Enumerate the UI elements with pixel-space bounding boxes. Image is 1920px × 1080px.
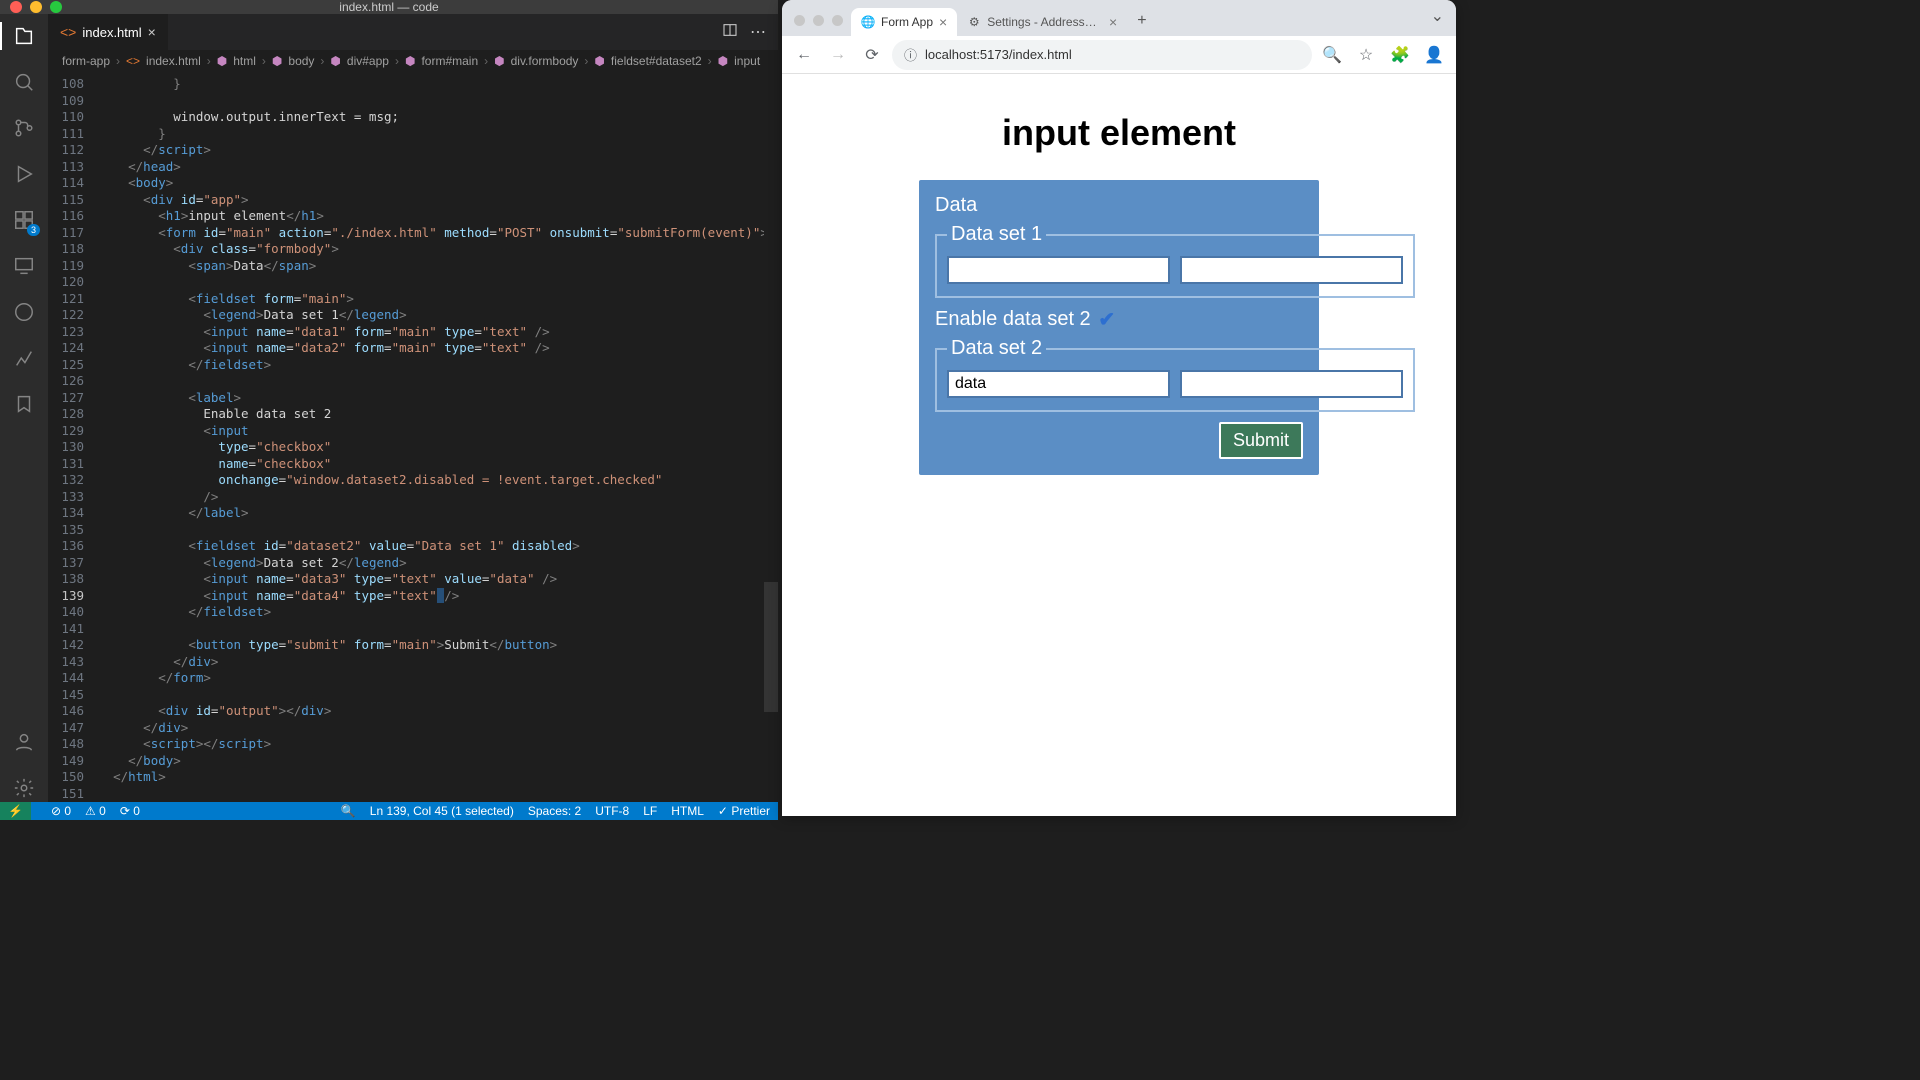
extensions-badge: 3 <box>27 224 40 236</box>
crumb-divapp[interactable]: div#app <box>347 54 389 68</box>
enable-label-text: Enable data set 2 <box>935 308 1091 331</box>
crumb-html[interactable]: html <box>233 54 256 68</box>
split-editor-icon[interactable] <box>722 22 738 43</box>
page-heading: input element <box>802 112 1436 154</box>
indent-spaces[interactable]: Spaces: 2 <box>528 804 581 818</box>
page-content: input element Data Data set 1 Enable dat… <box>782 74 1456 495</box>
browser-window: 🌐 Form App × ⚙ Settings - Addresses and … <box>782 0 1456 816</box>
address-bar[interactable]: ⓘ localhost:5173/index.html <box>892 40 1312 70</box>
activity-bar: 3 <box>0 14 48 802</box>
editor-tab-indexhtml[interactable]: <> index.html × <box>48 14 169 50</box>
warnings-count[interactable]: ⚠ 0 <box>85 804 106 818</box>
crumb-formbody[interactable]: div.formbody <box>511 54 579 68</box>
fieldset-dataset1: Data set 1 <box>935 223 1415 298</box>
language-mode[interactable]: HTML <box>671 804 704 818</box>
run-debug-icon[interactable] <box>10 160 38 188</box>
browser-maximize-icon[interactable] <box>832 15 843 26</box>
data2-input[interactable] <box>1180 256 1403 284</box>
browser-tabstrip: 🌐 Form App × ⚙ Settings - Addresses and … <box>782 0 1456 36</box>
crumb-body[interactable]: body <box>288 54 314 68</box>
code-editor[interactable]: 1081091101111121131141151161171181191201… <box>48 72 778 802</box>
crumb-folder[interactable]: form-app <box>62 54 110 68</box>
minimize-window-icon[interactable] <box>30 1 42 13</box>
errors-count[interactable]: ⊘ 0 <box>51 804 71 818</box>
submit-button[interactable]: Submit <box>1219 422 1303 459</box>
tab-filename: index.html <box>82 25 141 40</box>
legend-dataset2: Data set 2 <box>947 337 1046 360</box>
editor-tabbar: <> index.html × ⋯ <box>48 14 778 50</box>
more-actions-icon[interactable]: ⋯ <box>750 22 766 43</box>
bookmark-star-icon[interactable]: ☆ <box>1352 41 1380 69</box>
graph-icon[interactable] <box>10 344 38 372</box>
gear-icon: ⚙ <box>967 15 981 29</box>
crumb-file[interactable]: index.html <box>146 54 201 68</box>
url-text: localhost:5173/index.html <box>925 47 1072 62</box>
vscode-main: 3 <> index.html × ⋯ <box>0 14 778 802</box>
remote-indicator[interactable]: ⚡ <box>0 802 31 820</box>
globe-icon: 🌐 <box>861 15 875 29</box>
maximize-window-icon[interactable] <box>50 1 62 13</box>
browser-tab-formapp[interactable]: 🌐 Form App × <box>851 8 957 36</box>
close-tab-icon[interactable]: × <box>1109 14 1117 30</box>
remote-explorer-icon[interactable] <box>10 252 38 280</box>
close-tab-icon[interactable]: × <box>148 24 156 40</box>
prettier-status[interactable]: ✓ Prettier <box>718 804 770 818</box>
enable-dataset2-label[interactable]: Enable data set 2 ✔ <box>935 308 1303 331</box>
status-bar: ⚡ ⊘ 0 ⚠ 0 ⟳ 0 🔍 Ln 139, Col 45 (1 select… <box>0 802 778 820</box>
crumb-input[interactable]: input <box>734 54 760 68</box>
crumb-fieldset[interactable]: fieldset#dataset2 <box>611 54 702 68</box>
minimap[interactable] <box>764 72 778 802</box>
back-button[interactable]: ← <box>790 41 818 69</box>
profile-avatar-icon[interactable]: 👤 <box>1420 41 1448 69</box>
window-title: index.html — code <box>339 0 438 14</box>
extensions-puzzle-icon[interactable]: 🧩 <box>1386 41 1414 69</box>
browser-toolbar: ← → ⟳ ⓘ localhost:5173/index.html 🔍 ☆ 🧩 … <box>782 36 1456 74</box>
testing-icon[interactable] <box>10 298 38 326</box>
bookmark-icon[interactable] <box>10 390 38 418</box>
zoom-icon[interactable]: 🔍 <box>1318 41 1346 69</box>
data3-input[interactable] <box>947 370 1170 398</box>
close-tab-icon[interactable]: × <box>939 14 947 30</box>
settings-gear-icon[interactable] <box>10 774 38 802</box>
editor-area: <> index.html × ⋯ form-app› <>index.html… <box>48 14 778 802</box>
breadcrumb[interactable]: form-app› <>index.html› ⬢html› ⬢body› ⬢d… <box>48 50 778 72</box>
eol[interactable]: LF <box>643 804 657 818</box>
enable-checkbox[interactable]: ✔ <box>1099 312 1115 328</box>
close-window-icon[interactable] <box>10 1 22 13</box>
zoom-icon[interactable]: 🔍 <box>341 804 356 818</box>
browser-close-icon[interactable] <box>794 15 805 26</box>
fieldset-dataset2: Data set 2 <box>935 337 1415 412</box>
browser-traffic-lights <box>790 15 851 36</box>
traffic-lights <box>10 1 62 13</box>
data1-input[interactable] <box>947 256 1170 284</box>
port-count[interactable]: ⟳ 0 <box>120 804 140 818</box>
extensions-icon[interactable]: 3 <box>10 206 38 234</box>
data4-input[interactable] <box>1180 370 1403 398</box>
reload-button[interactable]: ⟳ <box>858 41 886 69</box>
data-span: Data <box>935 194 1303 217</box>
site-info-icon[interactable]: ⓘ <box>904 45 917 64</box>
vscode-window: index.html — code 3 <> index.html <box>0 0 778 816</box>
browser-minimize-icon[interactable] <box>813 15 824 26</box>
cursor-position[interactable]: Ln 139, Col 45 (1 selected) <box>370 804 514 818</box>
form-container: Data Data set 1 Enable data set 2 ✔ Data… <box>919 180 1319 475</box>
new-tab-button[interactable]: + <box>1127 6 1156 36</box>
explorer-icon[interactable] <box>10 22 38 50</box>
search-icon[interactable] <box>10 68 38 96</box>
encoding[interactable]: UTF-8 <box>595 804 629 818</box>
account-icon[interactable] <box>10 728 38 756</box>
html-file-icon: <> <box>60 24 76 40</box>
source-control-icon[interactable] <box>10 114 38 142</box>
tablist-dropdown-icon[interactable]: ⌄ <box>1431 6 1456 36</box>
legend-dataset1: Data set 1 <box>947 223 1046 246</box>
crumb-formmain[interactable]: form#main <box>421 54 478 68</box>
vscode-titlebar: index.html — code <box>0 0 778 14</box>
forward-button[interactable]: → <box>824 41 852 69</box>
browser-tab-settings[interactable]: ⚙ Settings - Addresses and m… × <box>957 8 1127 36</box>
